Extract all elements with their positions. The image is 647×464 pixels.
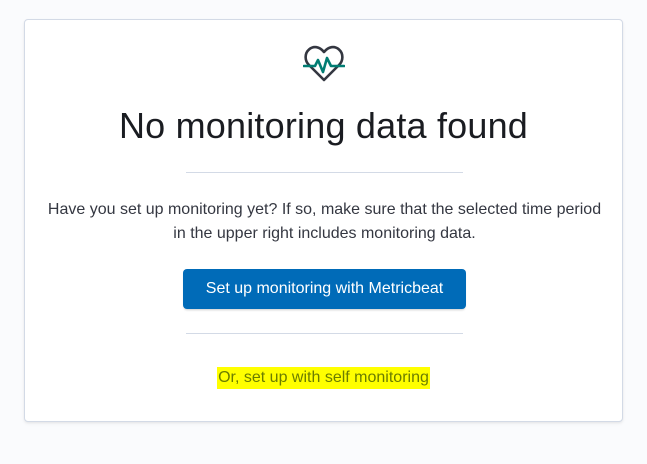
- self-monitoring-link[interactable]: Or, set up with self monitoring: [217, 367, 430, 389]
- divider: [186, 172, 463, 173]
- setup-metricbeat-button[interactable]: Set up monitoring with Metricbeat: [183, 269, 466, 309]
- description-text: Have you set up monitoring yet? If so, m…: [47, 201, 602, 242]
- page-title: No monitoring data found: [118, 105, 529, 146]
- icon-container: [25, 44, 622, 84]
- link-container: Or, set up with self monitoring: [25, 367, 622, 389]
- divider: [186, 333, 463, 334]
- empty-state-panel: No monitoring data found Have you set up…: [24, 19, 623, 422]
- heartbeat-icon: [302, 45, 345, 82]
